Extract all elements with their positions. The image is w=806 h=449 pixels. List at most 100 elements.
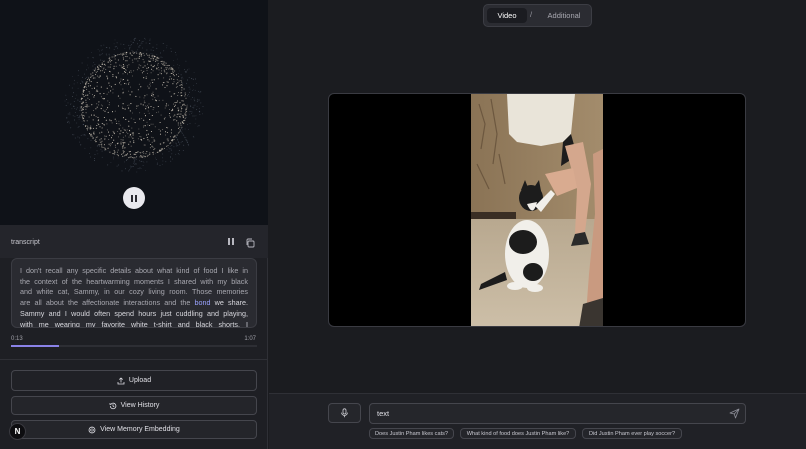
sphere-particle: [129, 134, 131, 136]
sphere-particle: [122, 58, 125, 60]
suggestion-chip[interactable]: Did Justin Pham ever play soccer?: [582, 428, 682, 439]
sphere-particle: [172, 70, 174, 72]
sphere-particle: [81, 113, 83, 115]
playback-progress[interactable]: [11, 345, 257, 347]
sphere-particle: [92, 57, 93, 59]
sphere-particle: [81, 114, 83, 116]
sphere-particle: [85, 99, 87, 101]
sphere-particle: [152, 57, 154, 59]
sphere-particle: [182, 100, 184, 102]
sphere-particle: [152, 109, 154, 111]
sphere-particle: [117, 136, 120, 138]
sphere-particle: [124, 142, 126, 144]
sphere-particle: [125, 118, 127, 120]
sphere-particle: [76, 107, 78, 109]
sphere-particle: [189, 123, 191, 124]
sphere-particle: [120, 141, 122, 143]
sphere-particle: [183, 122, 185, 124]
upload-button[interactable]: Upload: [11, 370, 257, 391]
sphere-particle: [110, 86, 112, 88]
tab-additional[interactable]: Additional: [541, 8, 587, 23]
divider: [0, 359, 268, 360]
sphere-particle: [168, 151, 170, 152]
sphere-particle: [120, 139, 122, 141]
sphere-particle: [113, 68, 115, 70]
sphere-particle: [114, 55, 116, 57]
sphere-particle: [184, 94, 186, 96]
sphere-particle: [143, 157, 145, 159]
copy-icon[interactable]: [245, 238, 255, 248]
visualizer-pause-button[interactable]: [123, 187, 145, 209]
sphere-particle: [96, 75, 98, 77]
chat-input[interactable]: [369, 403, 746, 424]
sphere-particle: [144, 170, 146, 172]
sphere-particle: [78, 70, 80, 72]
sphere-particle: [162, 99, 164, 101]
sphere-particle: [144, 144, 146, 146]
sphere-particle: [195, 82, 197, 84]
sphere-particle: [68, 120, 70, 122]
sphere-particle: [130, 136, 132, 138]
view-history-button[interactable]: View History: [11, 396, 257, 415]
sphere-particle: [128, 90, 130, 92]
sphere-particle: [175, 51, 177, 53]
sphere-particle: [79, 101, 81, 102]
sphere-particle: [170, 142, 172, 144]
sphere-particle: [118, 53, 120, 56]
app-badge[interactable]: N: [9, 423, 26, 440]
sphere-particle: [121, 170, 123, 172]
sphere-particle: [131, 91, 133, 93]
sphere-particle: [77, 136, 79, 138]
sphere-particle: [124, 147, 126, 149]
sphere-particle: [193, 97, 195, 99]
sphere-particle: [144, 38, 146, 40]
sphere-particle: [148, 60, 150, 62]
sphere-particle: [97, 67, 99, 69]
sphere-particle: [144, 65, 146, 67]
sphere-particle: [196, 105, 198, 107]
send-icon[interactable]: [729, 408, 740, 419]
transcript-text-box[interactable]: I don't recall any specific details abou…: [11, 258, 257, 328]
sphere-particle: [180, 92, 182, 94]
mic-button[interactable]: [328, 403, 361, 423]
sphere-particle: [72, 76, 73, 78]
pause-icon: [131, 194, 133, 202]
sphere-particle: [128, 104, 130, 106]
sphere-particle: [164, 86, 166, 89]
sphere-particle: [159, 72, 161, 74]
suggestion-chip[interactable]: Does Justin Pham likes cats?: [369, 428, 454, 439]
sphere-particle: [133, 39, 135, 41]
sphere-particle: [91, 88, 93, 90]
suggestion-chip[interactable]: What kind of food does Justin Pham like?: [460, 428, 576, 439]
sphere-particle: [124, 108, 126, 110]
sphere-particle: [88, 116, 90, 118]
sphere-particle: [93, 96, 95, 98]
sphere-particle: [138, 56, 140, 58]
view-memory-embedding-button[interactable]: View Memory Embedding: [11, 420, 257, 439]
sphere-particle: [140, 152, 142, 154]
tab-video[interactable]: Video: [487, 8, 527, 23]
video-player[interactable]: [328, 93, 746, 327]
sphere-particle: [99, 75, 101, 77]
view-toggle: Video / Additional: [483, 4, 592, 27]
sphere-particle: [152, 106, 154, 109]
sphere-particle: [197, 125, 199, 127]
sphere-particle: [156, 58, 158, 60]
sphere-particle: [199, 111, 201, 113]
sphere-particle: [82, 103, 84, 105]
sphere-particle: [94, 139, 96, 142]
sphere-particle: [178, 143, 180, 145]
sphere-particle: [181, 86, 183, 88]
sphere-particle: [193, 136, 195, 138]
sphere-particle: [127, 79, 129, 81]
sphere-particle: [98, 104, 100, 106]
sphere-particle: [178, 113, 180, 115]
transcript-pause-icon[interactable]: [226, 238, 236, 248]
view-memory-embedding-label: View Memory Embedding: [100, 426, 180, 433]
sphere-particle: [187, 124, 189, 126]
sphere-particle: [154, 157, 156, 159]
sphere-particle: [180, 142, 182, 144]
brain-icon: [88, 426, 96, 433]
sphere-particle: [185, 115, 187, 117]
sphere-particle: [122, 108, 124, 110]
